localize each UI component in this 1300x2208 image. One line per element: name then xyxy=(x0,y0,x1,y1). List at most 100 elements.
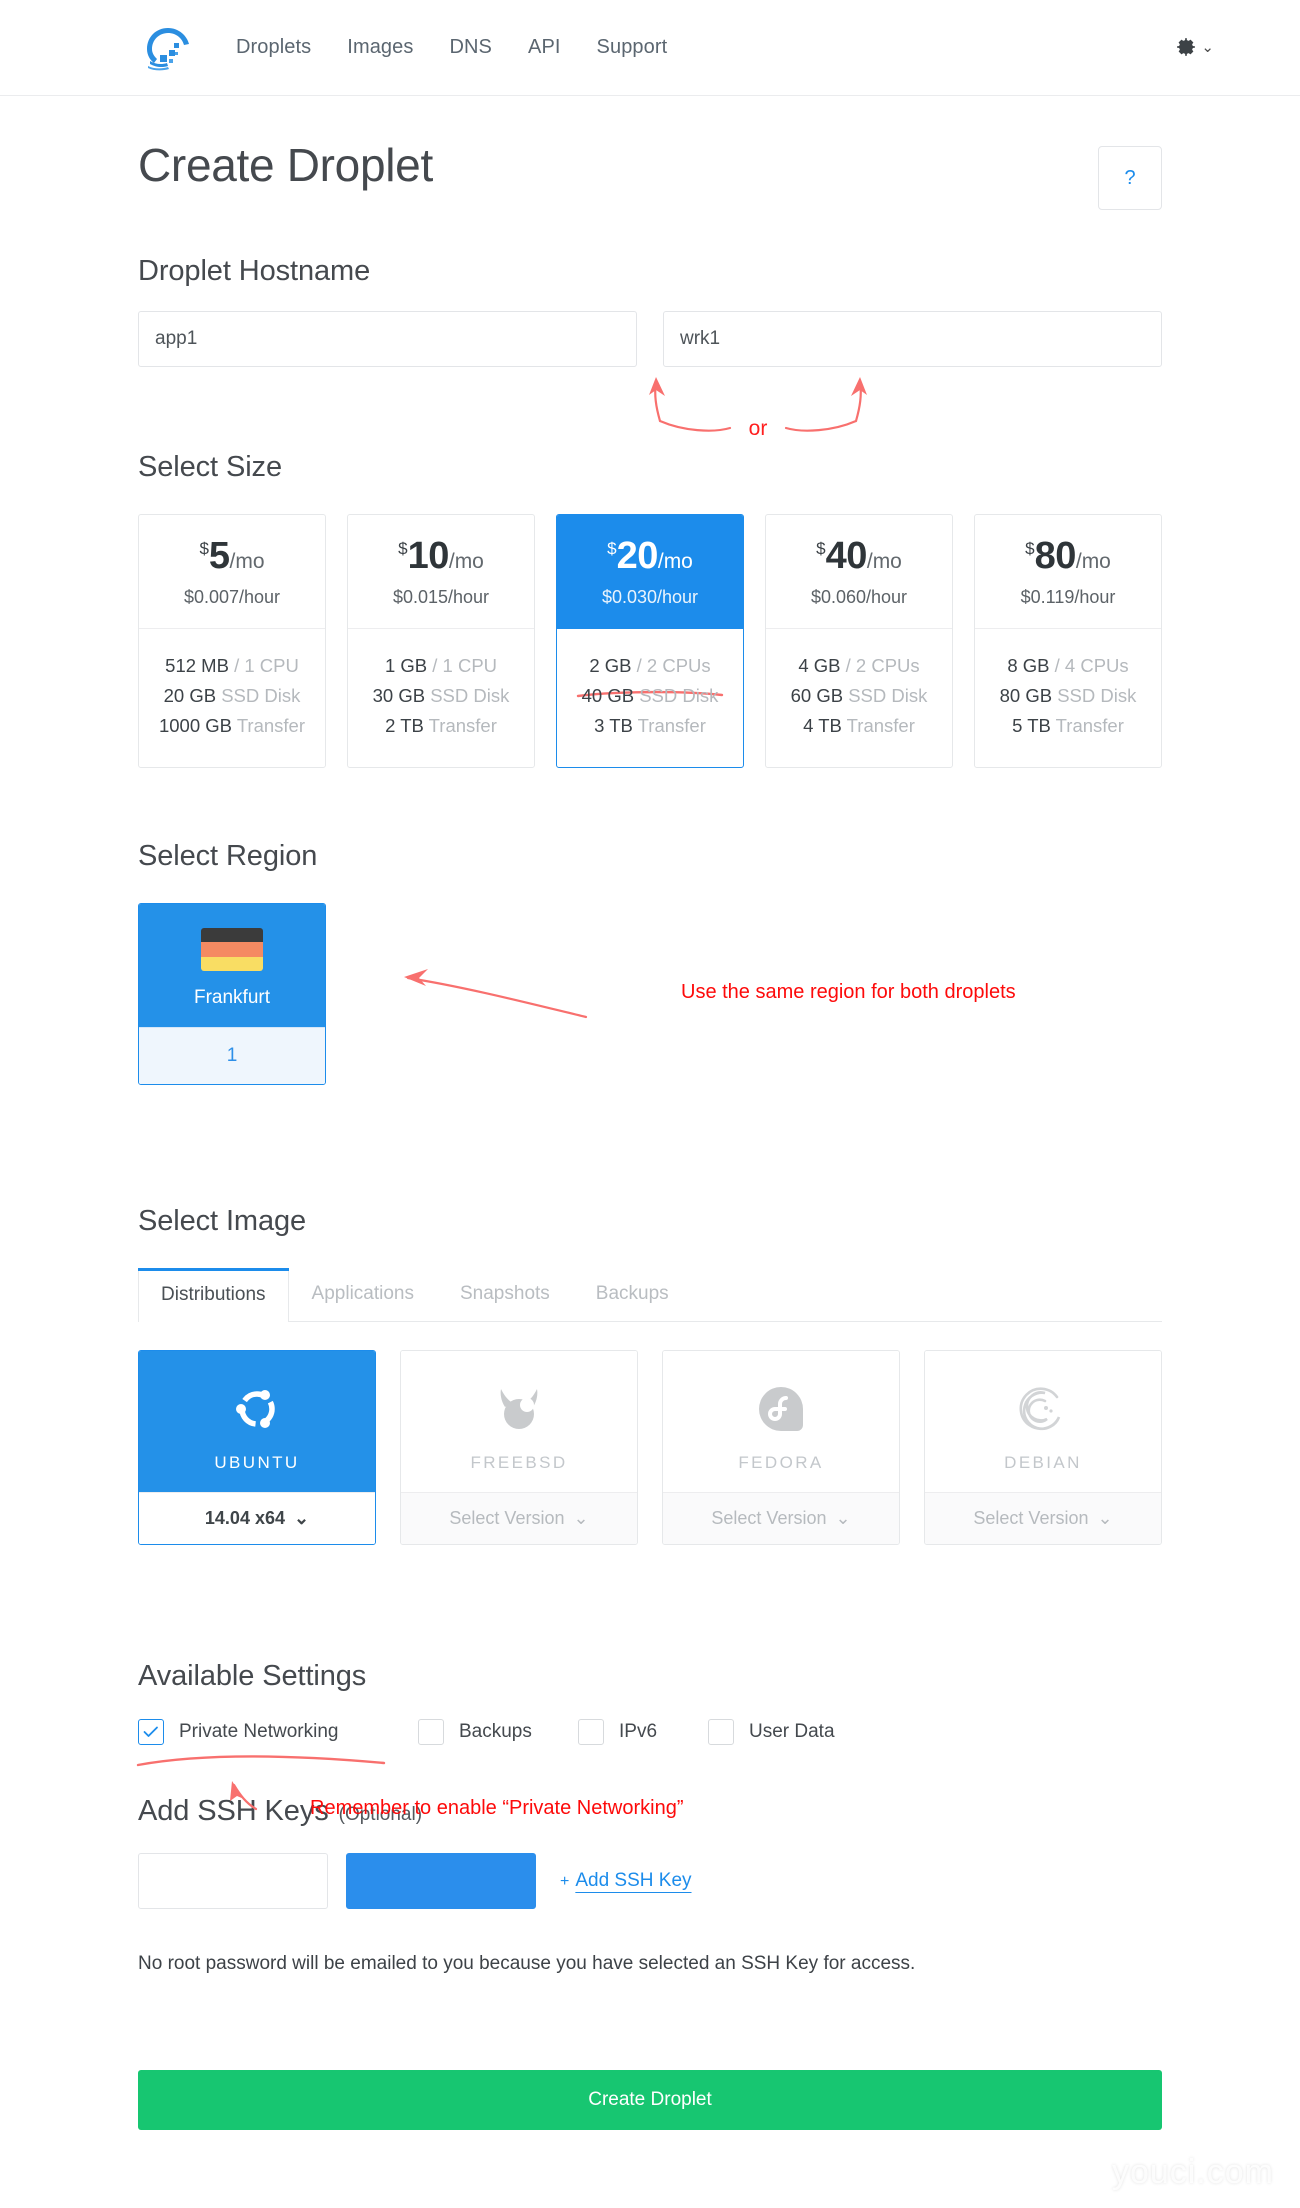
distro-version-select[interactable]: Select Version ⌄ xyxy=(925,1491,1161,1544)
spec-ram: 8 GB / 4 CPUs xyxy=(1007,655,1129,676)
tab-backups[interactable]: Backups xyxy=(573,1267,692,1321)
region-heading: Select Region xyxy=(138,839,318,872)
setting-private-networking[interactable]: Private Networking xyxy=(138,1718,418,1745)
germany-flag-icon xyxy=(201,927,263,971)
price-amount: 40 xyxy=(825,535,868,577)
price-period: /mo xyxy=(657,550,693,573)
chevron-down-icon: ⌄ xyxy=(573,1507,589,1528)
distro-version-select[interactable]: Select Version ⌄ xyxy=(663,1491,899,1544)
size-card-specs: 2 GB / 2 CPUs 40 GB SSD Disk 3 TB Transf… xyxy=(557,629,743,767)
distro-name: DEBIAN xyxy=(1004,1452,1082,1472)
gear-icon[interactable] xyxy=(1175,37,1197,59)
checkbox-backups[interactable] xyxy=(418,1718,444,1745)
help-button[interactable]: ? xyxy=(1098,146,1162,210)
ssh-key-box-empty[interactable] xyxy=(138,1852,328,1909)
region-card-frankfurt[interactable]: Frankfurt 1 xyxy=(138,902,326,1085)
hostname-annotation: or xyxy=(138,369,1162,440)
distro-card-debian[interactable]: DEBIAN Select Version ⌄ xyxy=(924,1349,1162,1545)
image-tabs: Distributions Applications Snapshots Bac… xyxy=(138,1267,1162,1322)
chevron-down-icon[interactable]: ⌄ xyxy=(1201,40,1214,55)
region-datacenter-number[interactable]: 1 xyxy=(139,1026,325,1084)
settings-options-row: Private Networking Backups IPv6 User Dat… xyxy=(138,1718,1162,1745)
watermark: youci.com xyxy=(1111,2153,1274,2191)
size-price: $20/mo xyxy=(557,537,743,575)
create-droplet-button[interactable]: Create Droplet xyxy=(138,2069,1162,2130)
spec-transfer: 2 TB Transfer xyxy=(385,714,497,736)
spec-disk: 30 GB SSD Disk xyxy=(372,684,510,706)
setting-ipv6[interactable]: IPv6 xyxy=(578,1718,708,1745)
currency-symbol: $ xyxy=(1025,539,1035,558)
distro-name: FEDORA xyxy=(738,1452,824,1472)
hourly-price: $0.119/hour xyxy=(1020,587,1116,607)
tab-distributions[interactable]: Distributions xyxy=(138,1267,289,1322)
spec-ram: 1 GB / 1 CPU xyxy=(384,655,498,676)
size-card-20[interactable]: $20/mo $0.030/hour 2 GB / 2 CPUs 40 GB S… xyxy=(556,514,744,768)
tab-applications[interactable]: Applications xyxy=(289,1267,437,1321)
fedora-icon xyxy=(663,1378,899,1440)
hourly-price: $0.007/hour xyxy=(183,587,281,607)
spec-disk: 80 GB SSD Disk xyxy=(999,684,1137,706)
hostname-input-1[interactable] xyxy=(138,311,637,367)
spec-transfer: 1000 GB Transfer xyxy=(158,714,306,736)
nav-item-dns[interactable]: DNS xyxy=(449,36,492,59)
hostname-input-2[interactable] xyxy=(663,311,1162,367)
tab-snapshots[interactable]: Snapshots xyxy=(437,1267,573,1321)
hostname-heading: Droplet Hostname xyxy=(138,255,371,287)
distro-card-body: FEDORA xyxy=(663,1350,899,1492)
freebsd-icon xyxy=(401,1378,637,1440)
nav-item-api[interactable]: API xyxy=(528,36,561,59)
checkbox-user-data[interactable] xyxy=(708,1718,734,1745)
size-card-price-area: $40/mo $0.060/hour xyxy=(766,515,952,629)
hostname-fields-row xyxy=(138,311,1162,367)
spec-ram: 4 GB / 2 CPUs xyxy=(798,655,920,676)
size-card-40[interactable]: $40/mo $0.060/hour 4 GB / 2 CPUs 60 GB S… xyxy=(765,514,953,768)
size-card-10[interactable]: $10/mo $0.015/hour 1 GB / 1 CPU 30 GB SS… xyxy=(347,514,535,768)
account-menu[interactable]: ⌄ xyxy=(1175,37,1214,59)
region-row: Frankfurt 1 Use the same region for both… xyxy=(138,902,1162,1085)
digitalocean-logo-icon[interactable] xyxy=(138,25,200,71)
spec-transfer: 5 TB Transfer xyxy=(1012,714,1124,736)
size-card-80[interactable]: $80/mo $0.119/hour 8 GB / 4 CPUs 80 GB S… xyxy=(974,514,1162,768)
hourly-price: $0.060/hour xyxy=(810,587,908,607)
or-annotation-text: or xyxy=(749,417,768,440)
add-ssh-key-button[interactable]: + Add SSH Key xyxy=(560,1870,692,1892)
size-card-5[interactable]: $5/mo $0.007/hour 512 MB / 1 CPU 20 GB S… xyxy=(138,514,326,768)
price-period: /mo xyxy=(866,550,902,573)
distro-card-fedora[interactable]: FEDORA Select Version ⌄ xyxy=(662,1349,900,1545)
nav-item-support[interactable]: Support xyxy=(597,36,668,59)
ssh-key-box-selected[interactable] xyxy=(346,1852,536,1909)
spec-ram: 512 MB / 1 CPU xyxy=(165,655,299,676)
region-card-body: Frankfurt xyxy=(139,903,325,1027)
size-card-price-area: $80/mo $0.119/hour xyxy=(975,515,1161,629)
settings-annotation-text: Remember to enable “Private Networking” xyxy=(310,1796,684,1819)
distro-version-select[interactable]: Select Version ⌄ xyxy=(401,1491,637,1544)
distro-card-freebsd[interactable]: FREEBSD Select Version ⌄ xyxy=(400,1349,638,1545)
checkbox-private-networking[interactable] xyxy=(138,1718,164,1745)
currency-symbol: $ xyxy=(199,539,209,558)
ssh-keys-row: + Add SSH Key xyxy=(138,1852,1162,1909)
image-heading: Select Image xyxy=(138,1204,307,1237)
add-ssh-key-label[interactable]: Add SSH Key xyxy=(575,1870,691,1892)
settings-heading: Available Settings xyxy=(138,1659,367,1692)
page-header-row: Create Droplet ? xyxy=(138,96,1162,210)
checkbox-ipv6[interactable] xyxy=(578,1718,604,1745)
spec-ram: 2 GB / 2 CPUs xyxy=(557,651,743,698)
size-price: $40/mo xyxy=(766,537,952,575)
setting-user-data[interactable]: User Data xyxy=(708,1718,835,1745)
page-title: Create Droplet xyxy=(138,139,433,191)
setting-backups[interactable]: Backups xyxy=(418,1718,578,1745)
spec-disk: 60 GB SSD Disk xyxy=(790,684,928,706)
chevron-down-icon: ⌄ xyxy=(293,1507,310,1528)
create-button-wrap: Create Droplet xyxy=(138,2069,1162,2130)
distro-cards-row: UBUNTU 14.04 x64 ⌄ FREEBSD Select Versio… xyxy=(138,1349,1162,1545)
nav-item-droplets[interactable]: Droplets xyxy=(236,36,311,59)
size-card-specs: 1 GB / 1 CPU 30 GB SSD Disk 2 TB Transfe… xyxy=(348,629,534,767)
nav-item-images[interactable]: Images xyxy=(347,36,413,59)
price-amount: 10 xyxy=(407,535,450,577)
region-annotation-text: Use the same region for both droplets xyxy=(681,980,1016,1003)
price-period: /mo xyxy=(448,550,484,573)
distro-card-ubuntu[interactable]: UBUNTU 14.04 x64 ⌄ xyxy=(138,1349,376,1545)
size-price: $10/mo xyxy=(348,537,534,575)
chevron-down-icon: ⌄ xyxy=(1097,1507,1113,1528)
distro-version-select[interactable]: 14.04 x64 ⌄ xyxy=(139,1491,375,1544)
